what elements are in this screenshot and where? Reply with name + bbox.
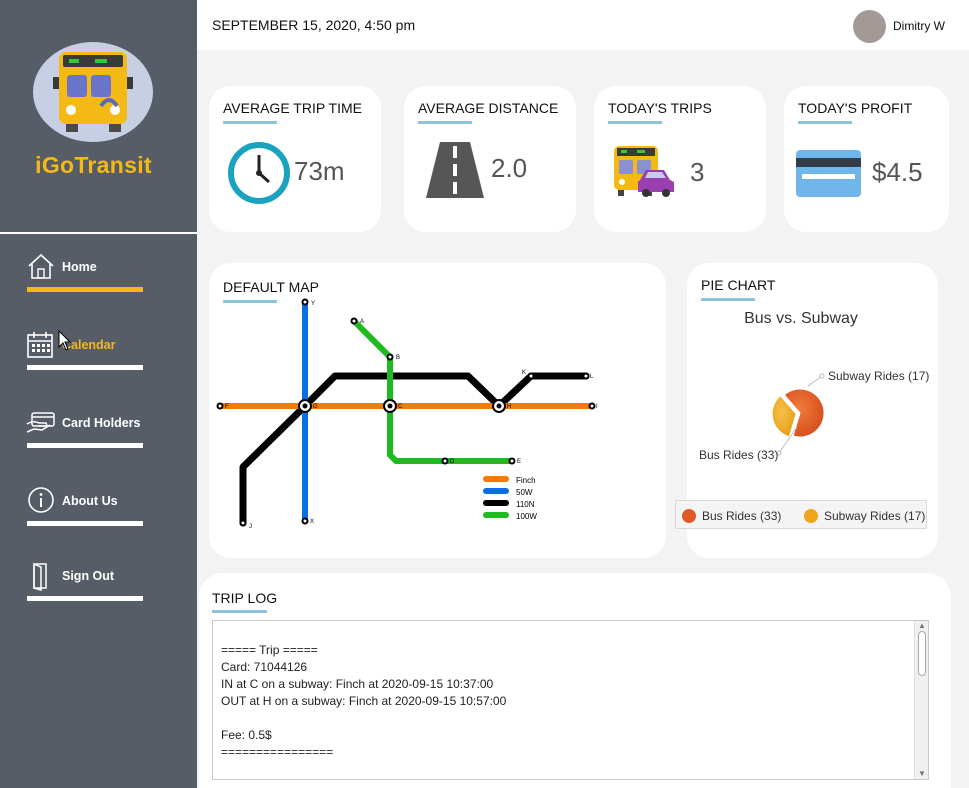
trip-log-title: TRIP LOG xyxy=(212,590,278,606)
legend-swatch-bus xyxy=(682,509,696,523)
sidebar-divider xyxy=(0,232,197,234)
calendar-icon xyxy=(27,332,53,358)
station-label: G xyxy=(313,404,318,410)
station-label: I xyxy=(596,404,598,410)
pie-label-bus: Bus Rides (33) xyxy=(699,448,778,462)
sidebar-item-home[interactable]: Home xyxy=(26,252,146,302)
title-underline xyxy=(798,121,852,124)
legend-swatch-subway xyxy=(804,509,818,523)
legend-label: 50W xyxy=(516,488,533,497)
scroll-down-icon[interactable]: ▼ xyxy=(915,769,928,779)
sidebar-item-label: About Us xyxy=(62,494,118,508)
sidebar: iGoTransit Home Calendar Card Holders Ab… xyxy=(0,0,197,788)
sidebar-item-label: Home xyxy=(62,260,97,274)
station-label: Y xyxy=(311,301,315,307)
stat-value: $4.5 xyxy=(872,157,923,187)
legend-label: Finch xyxy=(516,476,536,485)
sidebar-item-label: Sign Out xyxy=(62,569,115,583)
scroll-thumb[interactable] xyxy=(918,631,926,676)
sidebar-item-about-us[interactable]: About Us xyxy=(26,486,146,536)
title-underline xyxy=(418,121,472,124)
title-underline xyxy=(608,121,662,124)
mouse-cursor-icon xyxy=(58,330,72,351)
stat-value: 73m xyxy=(294,156,345,186)
station-label: E xyxy=(517,459,521,465)
log-line: ================ xyxy=(221,745,334,759)
app-window: iGoTransit Home Calendar Card Holders Ab… xyxy=(0,0,969,788)
log-line: Fee: 0.5$ xyxy=(221,728,272,742)
station-label: X xyxy=(310,519,314,525)
stat-card-todays-trips: TODAY'S TRIPS 3 xyxy=(594,86,766,232)
station-label: B xyxy=(396,355,400,361)
sidebar-item-card-holders[interactable]: Card Holders xyxy=(26,408,146,458)
station-label: A xyxy=(360,319,364,325)
log-scrollbar[interactable]: ▲ ▼ xyxy=(914,621,928,779)
station-label: D xyxy=(450,459,455,465)
log-line: OUT at H on a subway: Finch at 2020-09-1… xyxy=(221,694,507,708)
brand-name: iGoTransit xyxy=(35,152,152,178)
sidebar-item-calendar[interactable]: Calendar xyxy=(26,330,146,380)
legend-label: 100W xyxy=(516,512,537,521)
bus-logo-icon xyxy=(33,42,153,142)
log-line: ===== Trip ===== xyxy=(221,643,318,657)
station-label: F xyxy=(225,404,229,410)
pie-legend: Bus Rides (33) Subway Rides (17) xyxy=(675,500,927,529)
legend-label: 110N xyxy=(516,500,535,509)
active-indicator xyxy=(27,287,143,292)
stat-value: 3 xyxy=(690,157,705,187)
stat-title: AVERAGE TRIP TIME xyxy=(223,100,363,116)
pie-chart: Subway Rides (17) Bus Rides (33) xyxy=(699,369,929,462)
clock-icon xyxy=(228,142,290,204)
stat-title: AVERAGE DISTANCE xyxy=(418,100,559,116)
user-name[interactable]: Dimitry W xyxy=(893,19,945,33)
credit-card-icon xyxy=(796,150,861,197)
station-label: K xyxy=(522,370,526,376)
stat-value: 2.0 xyxy=(491,153,528,183)
stat-title: TODAY'S PROFIT xyxy=(798,100,913,116)
sidebar-item-label: Card Holders xyxy=(62,416,141,430)
legend-label-bus: Bus Rides (33) xyxy=(702,509,782,523)
pie-label-subway: Subway Rides (17) xyxy=(828,369,929,383)
nav-underline xyxy=(27,596,143,601)
log-line: Card: 71044126 xyxy=(221,660,308,674)
station-label: J xyxy=(249,524,252,530)
vehicles-icon xyxy=(614,146,674,197)
current-datetime: SEPTEMBER 15, 2020, 4:50 pm xyxy=(212,17,416,33)
nav-underline xyxy=(27,443,143,448)
info-icon xyxy=(28,487,54,513)
station-label: C xyxy=(398,404,403,410)
road-icon xyxy=(426,142,484,198)
scroll-up-icon[interactable]: ▲ xyxy=(915,621,928,631)
station-label: H xyxy=(507,404,511,410)
stat-card-todays-profit: TODAY'S PROFIT $4.5 xyxy=(784,86,949,232)
top-header: SEPTEMBER 15, 2020, 4:50 pm Dimitry W xyxy=(197,0,969,50)
stat-title: TODAY'S TRIPS xyxy=(608,100,712,116)
station-label: L xyxy=(590,374,594,380)
legend-label-subway: Subway Rides (17) xyxy=(824,509,926,523)
door-icon xyxy=(33,562,47,591)
log-line: IN at C on a subway: Finch at 2020-09-15… xyxy=(221,677,494,691)
stat-card-average-trip-time: AVERAGE TRIP TIME 73m xyxy=(209,86,381,232)
sidebar-item-sign-out[interactable]: Sign Out xyxy=(26,561,146,611)
title-underline xyxy=(223,121,277,124)
line-110n xyxy=(239,372,590,527)
card-holders-icon xyxy=(26,412,55,433)
map-legend: Finch 50W 110N 100W xyxy=(483,476,537,521)
transit-map: Y A B L F G C H I D E J X K Finch 50W 11… xyxy=(216,298,598,530)
stat-card-average-distance: AVERAGE DISTANCE 2.0 xyxy=(404,86,576,232)
title-underline xyxy=(212,610,267,613)
nav-underline xyxy=(27,521,143,526)
trip-log-textarea[interactable]: ===== Trip ===== Card: 71044126 IN at C … xyxy=(212,620,929,780)
home-icon xyxy=(28,253,54,279)
nav-underline xyxy=(27,365,143,370)
avatar[interactable] xyxy=(853,10,886,43)
